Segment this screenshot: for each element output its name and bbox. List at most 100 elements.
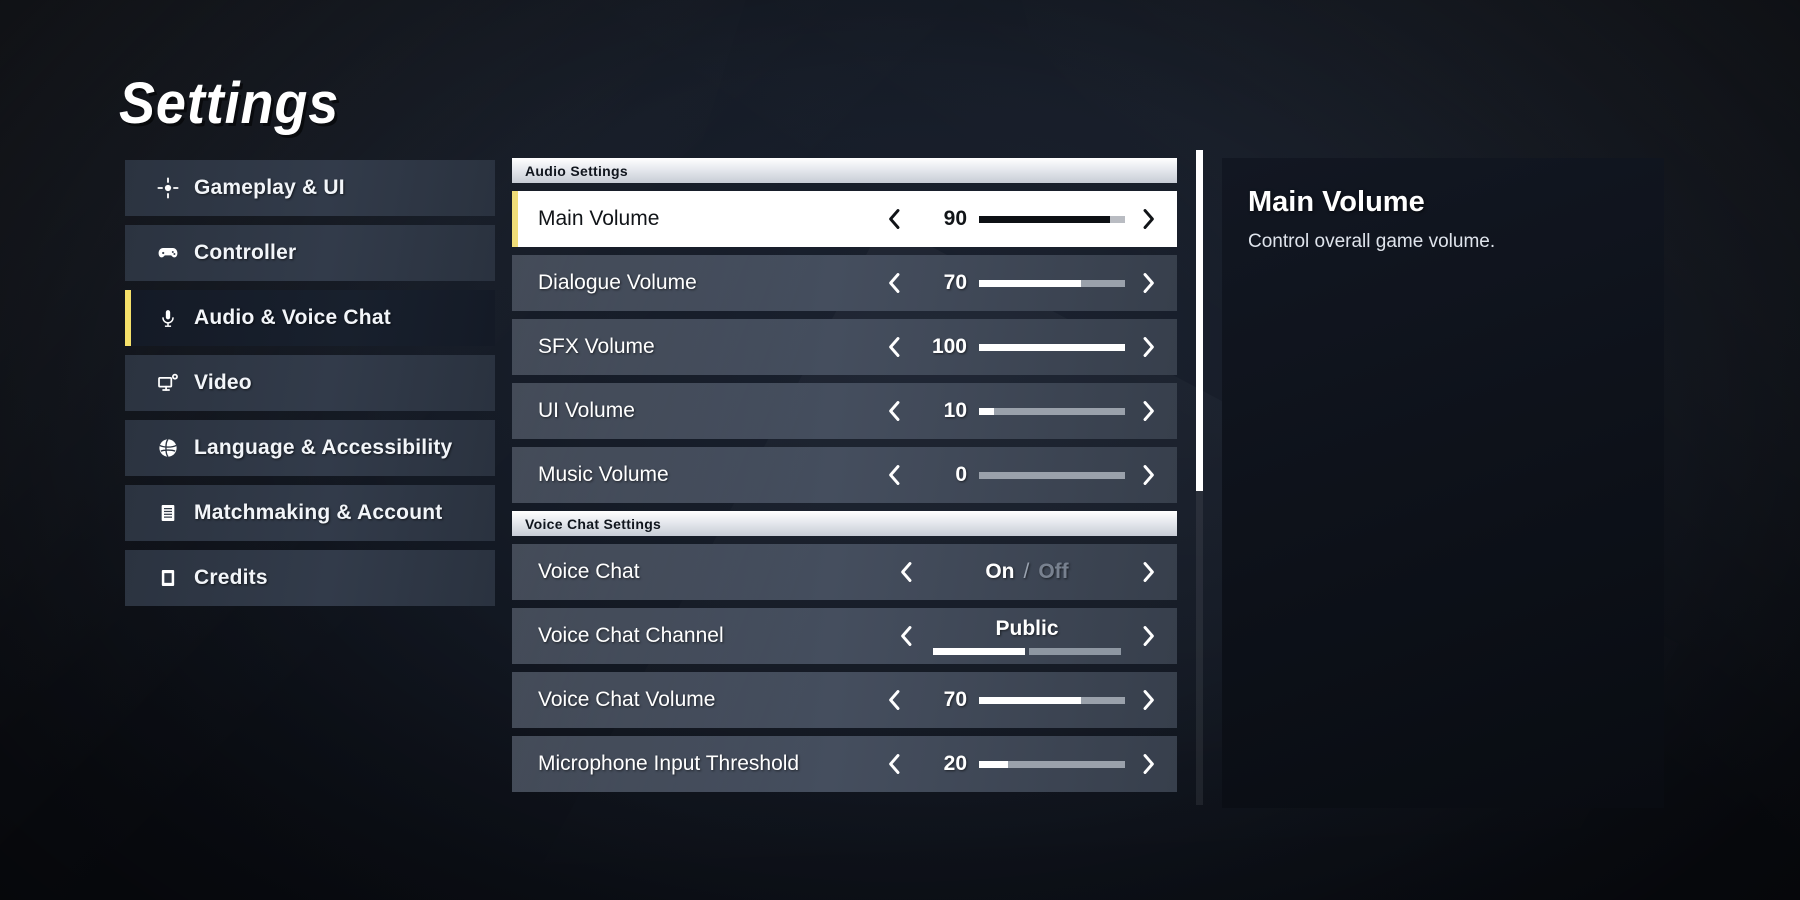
toggle-option-off[interactable]: Off [1038, 560, 1068, 584]
chevron-left-icon[interactable] [879, 399, 909, 423]
microphone-icon [155, 307, 181, 330]
chevron-right-icon[interactable] [1133, 271, 1163, 295]
setting-row-control: 100 [879, 335, 1177, 359]
scrollbar-thumb[interactable] [1196, 150, 1203, 491]
chevron-left-icon[interactable] [891, 624, 921, 648]
setting-value: 100 [931, 335, 967, 358]
chevron-right-icon[interactable] [1133, 207, 1163, 231]
setting-row[interactable]: Dialogue Volume 70 [512, 255, 1177, 311]
setting-value: 70 [943, 271, 967, 294]
chevron-left-icon[interactable] [891, 560, 921, 584]
chevron-left-icon[interactable] [879, 688, 909, 712]
setting-value: 20 [943, 752, 967, 775]
setting-row-control: 90 [879, 207, 1177, 231]
setting-row[interactable]: Main Volume 90 [512, 191, 1177, 247]
scrollbar-track[interactable] [1196, 150, 1203, 805]
sidebar-item-video[interactable]: Video [125, 355, 495, 411]
channel-selector[interactable]: Public [921, 617, 1133, 655]
gamepad-icon [155, 241, 181, 265]
setting-row-control: Public [891, 617, 1177, 655]
sidebar-item-credits[interactable]: Credits [125, 550, 495, 606]
volume-slider[interactable] [979, 760, 1125, 768]
section-header: Voice Chat Settings [512, 511, 1177, 536]
chevron-right-icon[interactable] [1133, 335, 1163, 359]
volume-slider[interactable] [979, 407, 1125, 415]
chevron-right-icon[interactable] [1133, 752, 1163, 776]
document-icon [155, 567, 181, 589]
setting-row[interactable]: Music Volume 0 [512, 447, 1177, 503]
channel-segment [1029, 648, 1121, 655]
setting-row-label: Voice Chat Channel [538, 624, 724, 647]
chevron-right-icon[interactable] [1133, 688, 1163, 712]
chevron-right-icon[interactable] [1133, 624, 1163, 648]
setting-row[interactable]: Microphone Input Threshold 20 [512, 736, 1177, 792]
setting-value: 10 [943, 399, 967, 422]
sidebar-item-label: Video [194, 371, 252, 394]
setting-row-label: Music Volume [538, 463, 669, 486]
chevron-left-icon[interactable] [879, 335, 909, 359]
setting-row[interactable]: SFX Volume 100 [512, 319, 1177, 375]
setting-row-label: UI Volume [538, 399, 635, 422]
slider-fill [979, 760, 1009, 768]
info-panel-title: Main Volume [1248, 186, 1425, 218]
channel-segment [933, 648, 1025, 655]
chevron-left-icon[interactable] [879, 463, 909, 487]
chevron-left-icon[interactable] [879, 207, 909, 231]
sidebar-item-label: Controller [194, 241, 297, 264]
setting-row-control: 70 [879, 688, 1177, 712]
sidebar-item-matchmaking-account[interactable]: Matchmaking & Account [125, 485, 495, 541]
settings-list[interactable]: Audio Settings Main Volume 90 Dialogue Volu… [512, 158, 1177, 808]
setting-row-control: 0 [879, 463, 1177, 487]
setting-value: 0 [955, 463, 967, 486]
slider-fill [979, 279, 1082, 287]
slider-fill [979, 407, 994, 415]
setting-row-control: 70 [879, 271, 1177, 295]
setting-row-label: Voice Chat [538, 560, 640, 583]
setting-row[interactable]: UI Volume 10 [512, 383, 1177, 439]
volume-slider[interactable] [979, 696, 1125, 704]
sidebar-item-label: Language & Accessibility [194, 436, 453, 459]
channel-value: Public [995, 617, 1059, 640]
setting-row[interactable]: Voice Chat Volume 70 [512, 672, 1177, 728]
page-title: Settings [119, 71, 340, 136]
sidebar-item-label: Gameplay & UI [194, 176, 345, 199]
chevron-right-icon[interactable] [1133, 463, 1163, 487]
settings-screen: Settings Gameplay & UI Controller Audio & … [0, 0, 1800, 900]
setting-row-control: On / Off [891, 560, 1177, 584]
info-panel: Main Volume Control overall game volume. [1222, 158, 1664, 808]
sidebar-item-controller[interactable]: Controller [125, 225, 495, 281]
chevron-right-icon[interactable] [1133, 399, 1163, 423]
slider-fill [979, 696, 1082, 704]
setting-row[interactable]: Voice Chat On / Off [512, 544, 1177, 600]
toggle-option-on[interactable]: On [985, 560, 1014, 584]
chevron-left-icon[interactable] [879, 752, 909, 776]
volume-slider[interactable] [979, 279, 1125, 287]
setting-row-control: 10 [879, 399, 1177, 423]
channel-segments [933, 648, 1121, 655]
setting-value: 70 [943, 688, 967, 711]
list-icon [155, 502, 181, 524]
info-panel-description: Control overall game volume. [1248, 231, 1496, 252]
section-header: Audio Settings [512, 158, 1177, 183]
chevron-left-icon[interactable] [879, 271, 909, 295]
setting-row-label: SFX Volume [538, 335, 655, 358]
setting-row-label: Microphone Input Threshold [538, 752, 800, 775]
setting-row-label: Dialogue Volume [538, 271, 697, 294]
toggle-separator: / [1023, 560, 1030, 583]
on-off-toggle[interactable]: On / Off [921, 560, 1133, 584]
volume-slider[interactable] [979, 215, 1125, 223]
setting-row-label: Voice Chat Volume [538, 688, 716, 711]
globe-icon [155, 437, 181, 459]
sidebar-item-audio-voice-chat[interactable]: Audio & Voice Chat [125, 290, 495, 346]
volume-slider[interactable] [979, 471, 1125, 479]
sidebar-item-label: Audio & Voice Chat [194, 306, 391, 329]
setting-row-label: Main Volume [538, 207, 660, 230]
sidebar-item-gameplay-ui[interactable]: Gameplay & UI [125, 160, 495, 216]
sidebar-item-label: Matchmaking & Account [194, 501, 443, 524]
slider-fill [979, 215, 1111, 223]
volume-slider[interactable] [979, 343, 1125, 351]
sidebar-item-language-accessibility[interactable]: Language & Accessibility [125, 420, 495, 476]
setting-row[interactable]: Voice Chat Channel Public [512, 608, 1177, 664]
chevron-right-icon[interactable] [1133, 560, 1163, 584]
crosshair-icon [155, 177, 181, 199]
